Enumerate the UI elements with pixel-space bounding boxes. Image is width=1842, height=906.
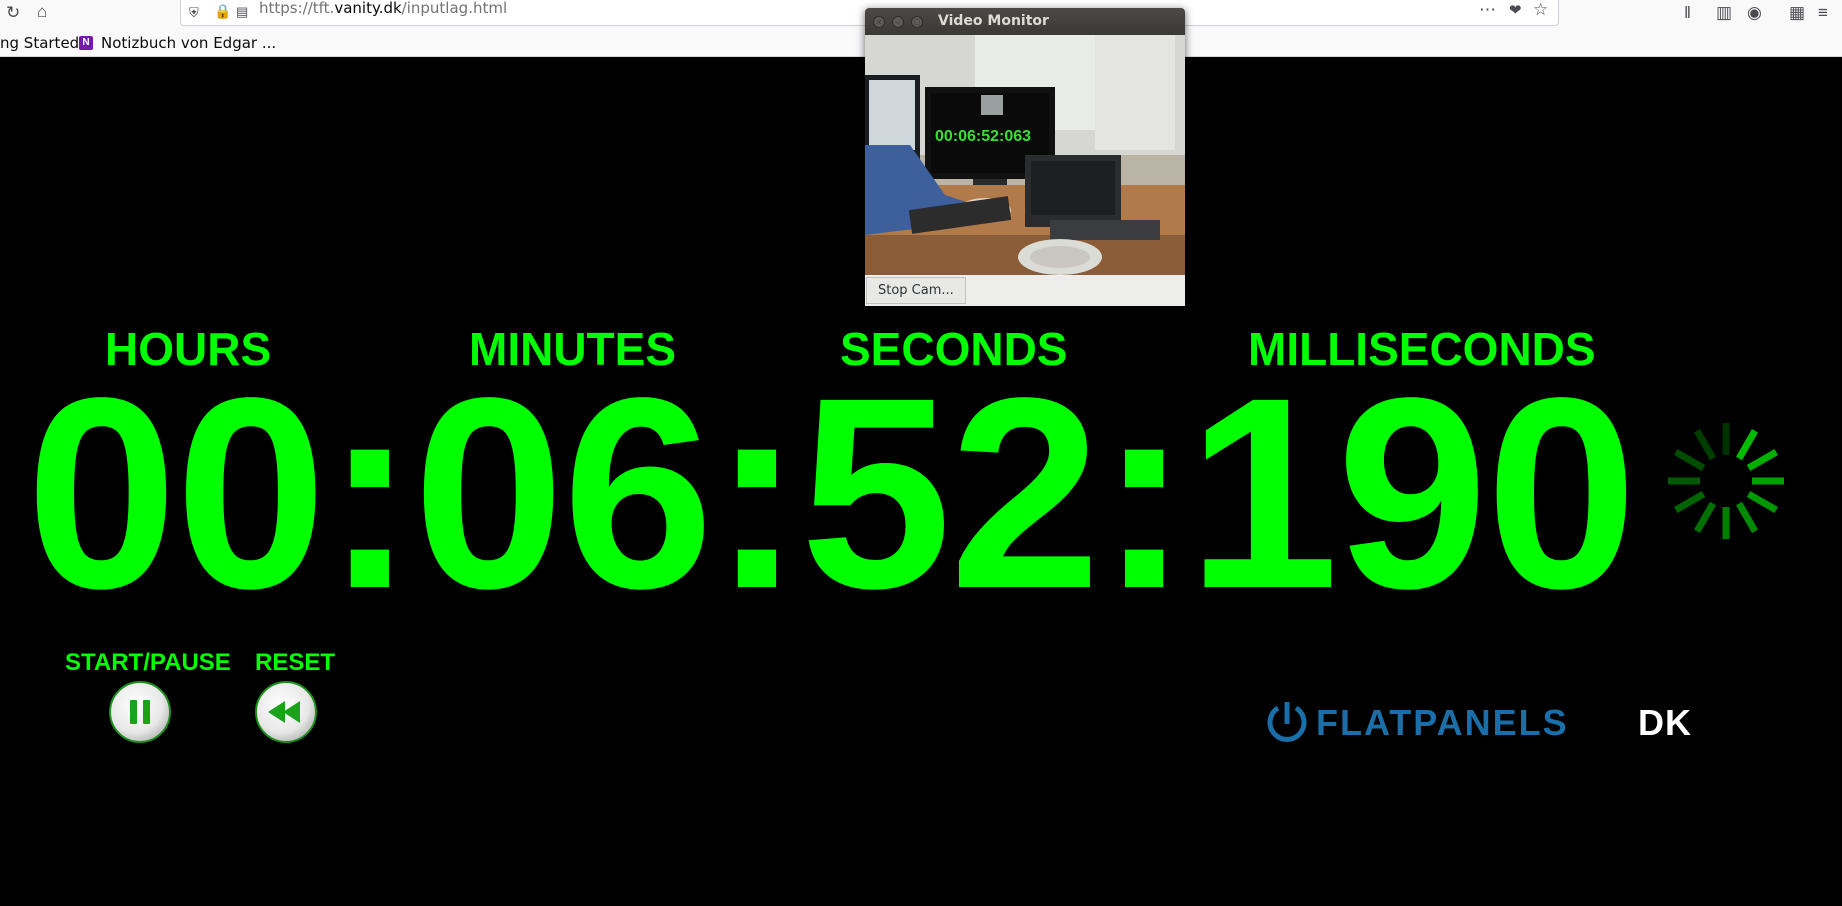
sidebar-icon[interactable]: ▥	[1716, 4, 1732, 21]
video-monitor-titlebar[interactable]: × – □ Video Monitor	[865, 8, 1185, 35]
spinner-spoke	[1693, 501, 1717, 533]
power-icon	[1267, 702, 1307, 742]
bookmark-notizbuch[interactable]: Notizbuch von Edgar ...	[101, 34, 276, 52]
stop-cam-button[interactable]: Stop Cam...	[866, 277, 966, 304]
start-pause-label: START/PAUSE	[65, 649, 231, 676]
spinner-spoke	[1746, 490, 1778, 514]
bookmark-star-icon[interactable]: ☆	[1533, 1, 1548, 18]
shield-icon[interactable]: ⛨	[189, 4, 199, 21]
flatpanelsdk-logo: FLATPANELS DK	[1267, 702, 1692, 743]
loading-spinner-icon	[1668, 423, 1784, 539]
home-icon[interactable]: ⌂	[37, 3, 47, 20]
lock-icon[interactable]: 🔒	[214, 3, 231, 20]
url-text[interactable]: https://tft.vanity.dk/inputlag.html	[259, 0, 507, 17]
video-monitor-button-row: Stop Cam...	[865, 276, 1185, 306]
logo-text-primary: FLATPANELS	[1316, 702, 1569, 743]
time-display: 00:06:52:190	[26, 341, 1637, 645]
webcam-timer-text: 00:06:52:063	[935, 128, 1031, 145]
reset-button[interactable]	[255, 681, 317, 743]
reset-label: RESET	[255, 649, 336, 676]
spinner-spoke	[1746, 448, 1778, 472]
permissions-icon[interactable]: ▤	[236, 3, 248, 20]
minimize-icon[interactable]: –	[892, 16, 904, 28]
account-icon[interactable]: ◉	[1747, 4, 1762, 21]
spinner-spoke	[1693, 429, 1717, 461]
extensions-icon[interactable]: ▦	[1789, 4, 1805, 21]
webcam-video-feed: 00:06:52:063	[865, 35, 1185, 275]
onenote-icon: N	[79, 36, 93, 50]
video-monitor-title: Video Monitor	[938, 13, 1049, 29]
spinner-spoke	[1674, 448, 1706, 472]
close-icon[interactable]: ×	[873, 16, 885, 28]
video-monitor-window: × – □ Video Monitor 00:06:52:063 Stop Ca…	[865, 8, 1185, 306]
start-pause-button[interactable]	[109, 681, 171, 743]
pocket-icon[interactable]: ❤	[1509, 2, 1522, 19]
library-icon[interactable]: ‖	[1684, 4, 1691, 21]
maximize-icon[interactable]: □	[911, 16, 923, 28]
menu-icon[interactable]: ≡	[1818, 4, 1828, 21]
reload-icon[interactable]: ↻	[6, 4, 20, 21]
spinner-spoke	[1735, 429, 1759, 461]
spinner-spoke	[1735, 501, 1759, 533]
bookmark-getting-started[interactable]: ng Started	[0, 34, 79, 52]
spinner-spoke	[1674, 490, 1706, 514]
logo-text-secondary: DK	[1638, 702, 1692, 743]
page-actions-icon[interactable]: ⋯	[1479, 1, 1496, 18]
rewind-icon	[268, 701, 300, 723]
pause-icon	[130, 700, 150, 724]
